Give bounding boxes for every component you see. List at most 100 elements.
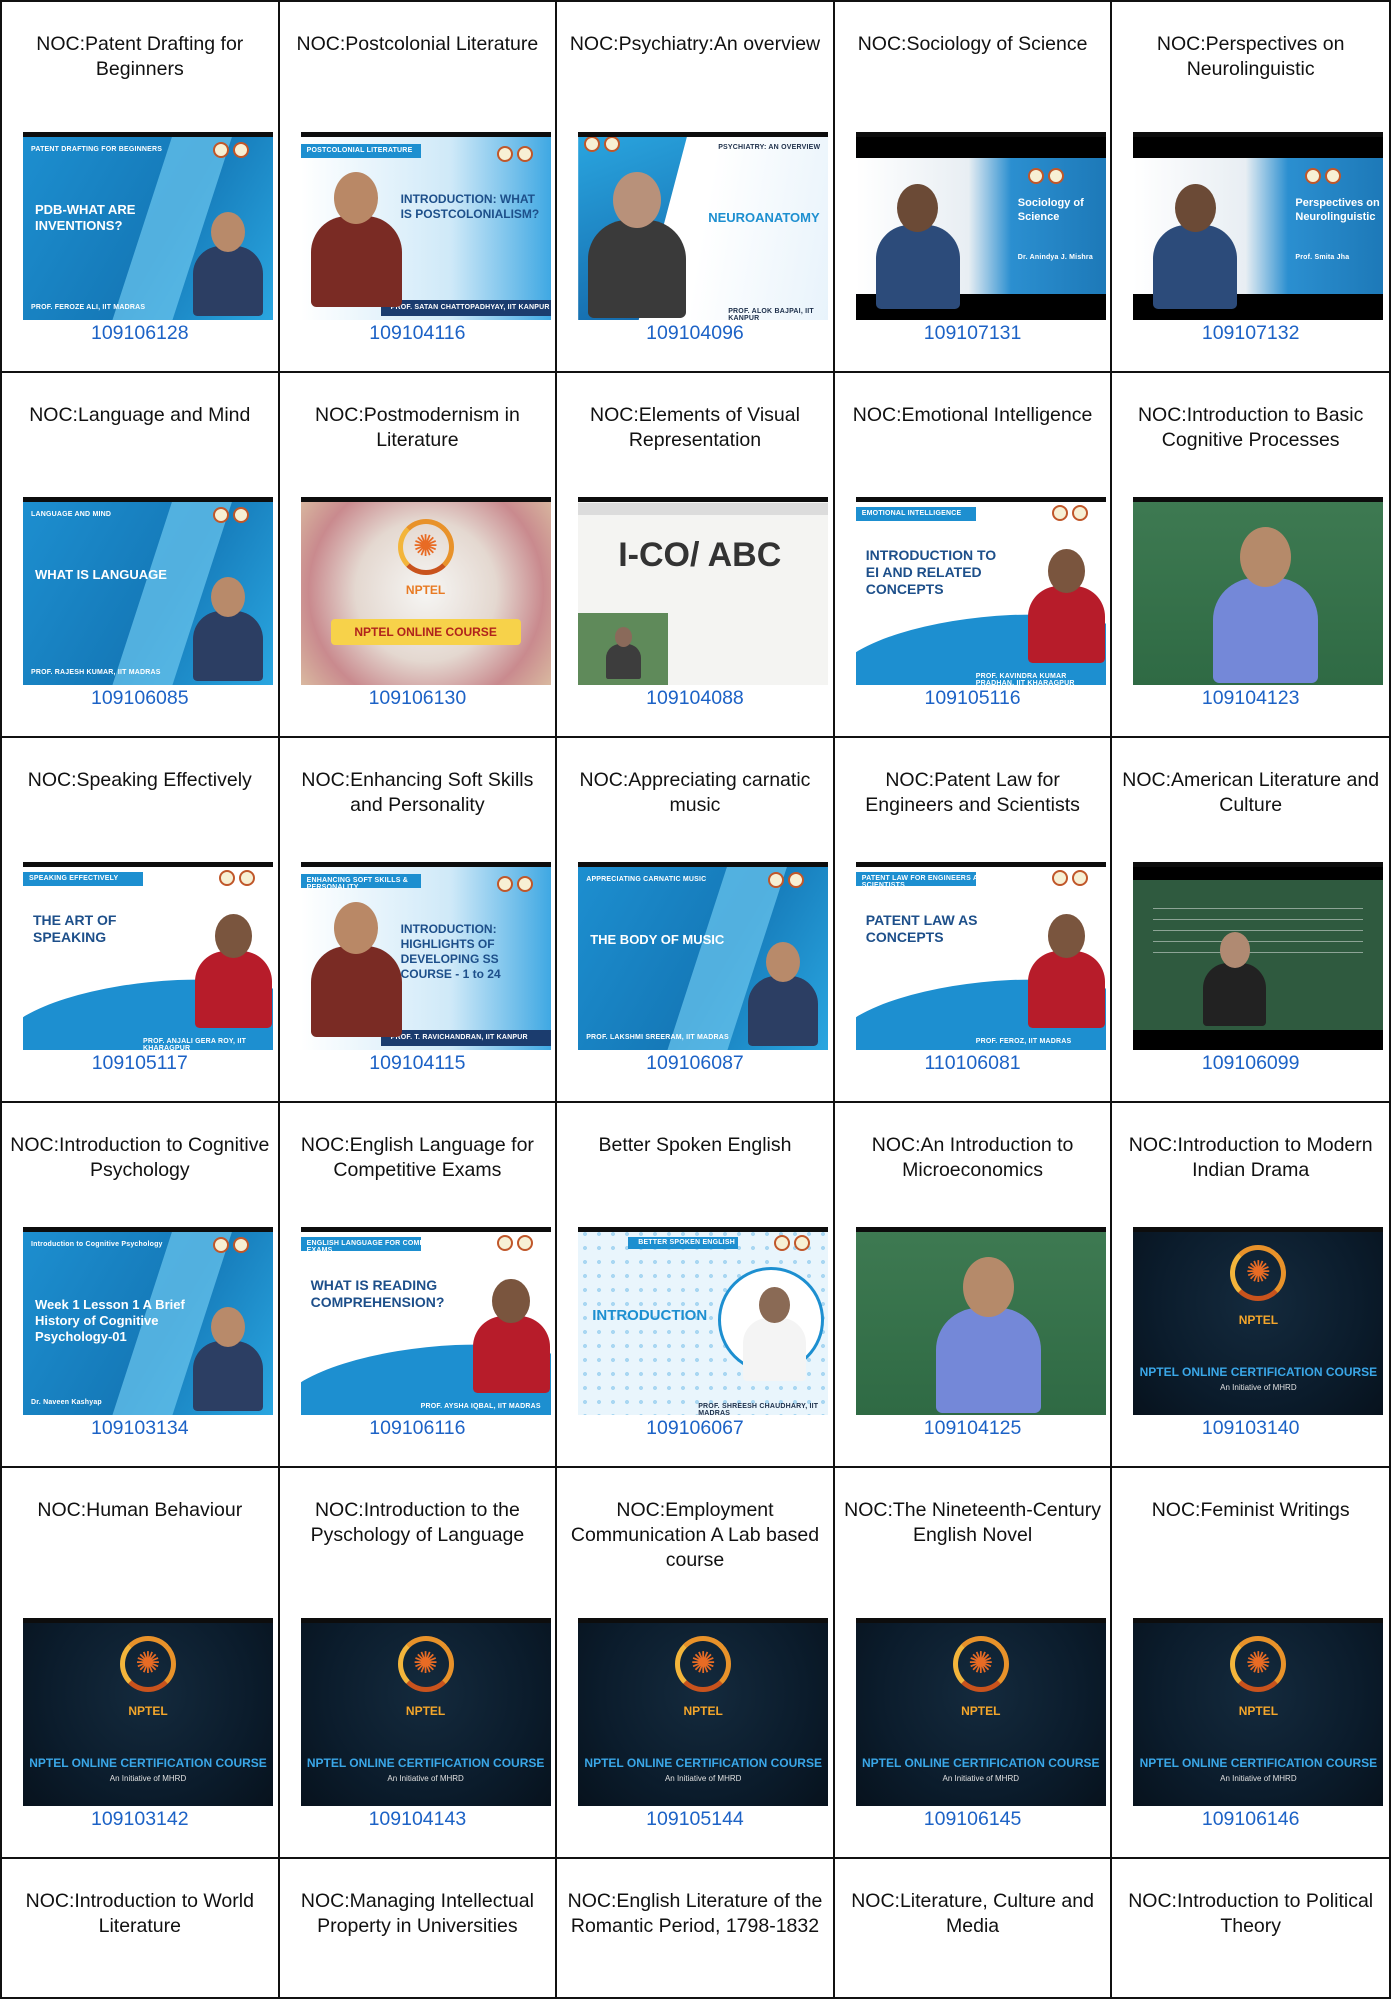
course-title[interactable]: NOC:Patent Law for Engineers and Scienti… bbox=[835, 768, 1111, 818]
course-thumbnail[interactable]: NPTEL NPTEL ONLINE CERTIFICATION COURSE An… bbox=[23, 1618, 273, 1806]
course-title[interactable]: NOC:Employment Communication A Lab based… bbox=[557, 1498, 833, 1573]
course-code-link[interactable]: 109107131 bbox=[835, 322, 1111, 345]
thumbnail-top-bar bbox=[578, 1618, 829, 1623]
course-code-link[interactable]: 109104088 bbox=[557, 687, 833, 710]
course-thumbnail[interactable]: POSTCOLONIAL LITERATURE INTRODUCTION: WHA… bbox=[300, 132, 551, 320]
course-code-link[interactable]: 109104123 bbox=[1112, 687, 1389, 710]
course-thumbnail[interactable] bbox=[1133, 862, 1384, 1050]
course-thumbnail[interactable]: EMOTIONAL INTELLIGENCE INTRODUCTION TO EI… bbox=[855, 497, 1106, 685]
course-code-link[interactable]: 109104125 bbox=[835, 1417, 1111, 1440]
thumbnail-label: PATENT DRAFTING FOR BEGINNERS bbox=[31, 146, 163, 153]
course-title[interactable]: NOC:An Introduction to Microeconomics bbox=[835, 1133, 1111, 1183]
course-title[interactable]: NOC:Appreciating carnatic music bbox=[557, 768, 833, 818]
thumbnail-top-bar bbox=[23, 1227, 273, 1232]
course-thumbnail[interactable] bbox=[1133, 497, 1384, 685]
course-title[interactable]: NOC:American Literature and Culture bbox=[1112, 768, 1389, 818]
course-title[interactable]: NOC:Introduction to Cognitive Psychology bbox=[2, 1133, 278, 1183]
course-thumbnail[interactable]: ENHANCING SOFT SKILLS & PERSONALITY INTRO… bbox=[300, 862, 551, 1050]
course-title[interactable]: NOC:Patent Drafting for Beginners bbox=[2, 32, 278, 82]
presenter-body bbox=[935, 1308, 1041, 1413]
nptel-logo-icon bbox=[1325, 168, 1342, 184]
thumbnail-top-bar bbox=[23, 132, 273, 137]
course-thumbnail[interactable]: PSYCHIATRY: AN OVERVIEW NEUROANATOMY PROF.… bbox=[578, 132, 829, 320]
course-thumbnail[interactable]: NPTEL NPTEL ONLINE CERTIFICATION COURSE An… bbox=[300, 1618, 551, 1806]
course-code-link[interactable]: 109106116 bbox=[280, 1417, 556, 1440]
nptel-logo-icon bbox=[516, 146, 533, 162]
course-code-link[interactable]: 109103140 bbox=[1112, 1417, 1389, 1440]
course-title[interactable]: NOC:Psychiatry:An overview bbox=[557, 32, 833, 57]
course-title[interactable]: NOC:Introduction to World Literature bbox=[2, 1889, 278, 1939]
course-thumbnail[interactable]: PATENT LAW FOR ENGINEERS AND SCIENTISTS P… bbox=[855, 862, 1106, 1050]
course-card: NOC:Managing Intellectual Property in Un… bbox=[279, 1859, 558, 1999]
course-code-link[interactable]: 109104096 bbox=[557, 322, 833, 345]
course-thumbnail[interactable] bbox=[855, 1227, 1106, 1415]
course-code-link[interactable]: 109105117 bbox=[2, 1052, 278, 1075]
course-thumbnail[interactable]: SPEAKING EFFECTIVELY THE ART OF SPEAKING P… bbox=[23, 862, 273, 1050]
thumbnail-heading: Week 1 Lesson 1 A Brief History of Cogni… bbox=[35, 1297, 185, 1344]
thumbnail-heading: THE BODY OF MUSIC bbox=[590, 932, 725, 947]
nptel-wordmark: NPTEL bbox=[683, 1704, 723, 1718]
course-title[interactable]: NOC:The Nineteenth-Century English Novel bbox=[835, 1498, 1111, 1548]
course-thumbnail[interactable]: NPTEL NPTEL ONLINE CERTIFICATION COURSE An… bbox=[1133, 1618, 1384, 1806]
course-code-link[interactable]: 109106128 bbox=[2, 322, 278, 345]
course-title[interactable]: NOC:Managing Intellectual Property in Un… bbox=[280, 1889, 556, 1939]
course-title[interactable]: NOC:Introduction to Modern Indian Drama bbox=[1112, 1133, 1389, 1183]
course-title[interactable]: NOC:Elements of Visual Representation bbox=[557, 403, 833, 453]
course-title[interactable]: NOC:English Literature of the Romantic P… bbox=[557, 1889, 833, 1939]
course-thumbnail[interactable]: PATENT DRAFTING FOR BEGINNERS PDB-WHAT AR… bbox=[23, 132, 273, 320]
course-title[interactable]: Better Spoken English bbox=[557, 1133, 833, 1158]
course-title[interactable]: NOC:Postcolonial Literature bbox=[280, 32, 556, 57]
course-title[interactable]: NOC:Speaking Effectively bbox=[2, 768, 278, 793]
course-code-link[interactable]: 110106081 bbox=[835, 1052, 1111, 1075]
course-title[interactable]: NOC:Human Behaviour bbox=[2, 1498, 278, 1523]
course-code-link[interactable]: 109106099 bbox=[1112, 1052, 1389, 1075]
iit-logo-icon bbox=[496, 876, 513, 892]
course-card: NOC:Language and Mind LANGUAGE AND MIND WH… bbox=[2, 373, 280, 738]
course-thumbnail[interactable]: NPTEL NPTEL ONLINE COURSE bbox=[300, 497, 551, 685]
course-code-link[interactable]: 109106067 bbox=[557, 1417, 833, 1440]
course-title[interactable]: NOC:Literature, Culture and Media bbox=[835, 1889, 1111, 1939]
course-code-link[interactable]: 109103134 bbox=[2, 1417, 278, 1440]
nptel-logo-icon bbox=[233, 142, 249, 158]
course-thumbnail[interactable]: BETTER SPOKEN ENGLISH INTRODUCTION PROF. S… bbox=[578, 1227, 829, 1415]
course-thumbnail[interactable]: APPRECIATING CARNATIC MUSIC THE BODY OF M… bbox=[578, 862, 829, 1050]
course-code-link[interactable]: 109106146 bbox=[1112, 1808, 1389, 1831]
course-thumbnail[interactable]: Perspectives on Neurolinguistic Prof. Smi… bbox=[1133, 132, 1384, 320]
course-code-link[interactable]: 109105144 bbox=[557, 1808, 833, 1831]
course-code-link[interactable]: 109105116 bbox=[835, 687, 1111, 710]
course-title[interactable]: NOC:Emotional Intelligence bbox=[835, 403, 1111, 428]
thumbnail-top-bar bbox=[1133, 862, 1384, 867]
course-code-link[interactable]: 109104143 bbox=[280, 1808, 556, 1831]
course-thumbnail[interactable]: LANGUAGE AND MIND WHAT IS LANGUAGE PROF. R… bbox=[23, 497, 273, 685]
course-thumbnail[interactable]: NPTEL NPTEL ONLINE CERTIFICATION COURSE An… bbox=[578, 1618, 829, 1806]
course-thumbnail[interactable]: Sociology of Science Dr. Anindya J. Mishr… bbox=[855, 132, 1106, 320]
course-title[interactable]: NOC:Perspectives on Neurolinguistic bbox=[1112, 32, 1389, 82]
course-code-link[interactable]: 109106085 bbox=[2, 687, 278, 710]
course-thumbnail[interactable]: ENGLISH LANGUAGE FOR COMPETITIVE EXAMS WH… bbox=[300, 1227, 551, 1415]
course-code-link[interactable]: 109107132 bbox=[1112, 322, 1389, 345]
course-code-link[interactable]: 109106145 bbox=[835, 1808, 1111, 1831]
course-title[interactable]: NOC:Language and Mind bbox=[2, 403, 278, 428]
institute-logos bbox=[774, 1235, 816, 1253]
course-title[interactable]: NOC:Introduction to the Pyschology of La… bbox=[280, 1498, 556, 1548]
nptel-logo-icon bbox=[788, 872, 805, 888]
course-code-link[interactable]: 109106087 bbox=[557, 1052, 833, 1075]
course-thumbnail[interactable]: Introduction to Cognitive Psychology Week… bbox=[23, 1227, 273, 1415]
course-code-link[interactable]: 109103142 bbox=[2, 1808, 278, 1831]
course-title[interactable]: NOC:Introduction to Basic Cognitive Proc… bbox=[1112, 403, 1389, 453]
course-title[interactable]: NOC:Enhancing Soft Skills and Personalit… bbox=[280, 768, 556, 818]
nptel-emblem-icon bbox=[120, 1636, 176, 1692]
course-thumbnail[interactable]: NPTEL NPTEL ONLINE CERTIFICATION COURSE An… bbox=[1133, 1227, 1384, 1415]
course-title[interactable]: NOC:Introduction to Political Theory bbox=[1112, 1889, 1389, 1939]
course-code-link[interactable]: 109106130 bbox=[280, 687, 556, 710]
presenter-body bbox=[472, 1316, 550, 1394]
course-thumbnail[interactable]: I-CO/ ABC bbox=[578, 497, 829, 685]
course-title[interactable]: NOC:Feminist Writings bbox=[1112, 1498, 1389, 1523]
course-code-link[interactable]: 109104116 bbox=[280, 322, 556, 345]
course-title[interactable]: NOC:Postmodernism in Literature bbox=[280, 403, 556, 453]
course-title[interactable]: NOC:English Language for Competitive Exa… bbox=[280, 1133, 556, 1183]
course-thumbnail[interactable]: NPTEL NPTEL ONLINE CERTIFICATION COURSE An… bbox=[855, 1618, 1106, 1806]
course-code-link[interactable]: 109104115 bbox=[280, 1052, 556, 1075]
thumbnail-label: Introduction to Cognitive Psychology bbox=[31, 1241, 163, 1248]
course-title[interactable]: NOC:Sociology of Science bbox=[835, 32, 1111, 57]
